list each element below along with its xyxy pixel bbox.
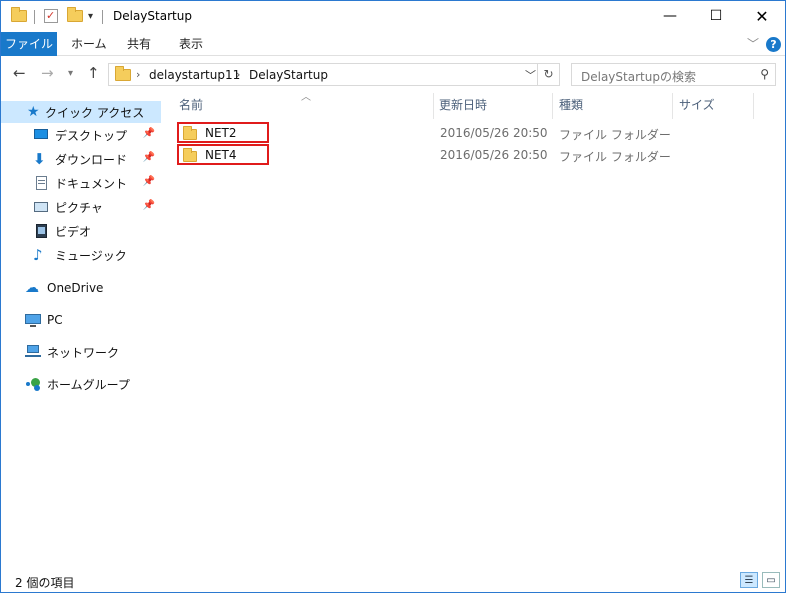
file-row[interactable]: NET4 2016/05/26 20:50 ファイル フォルダー (177, 144, 757, 165)
nav-item-videos[interactable]: ビデオ (1, 220, 161, 242)
navigation-pane: ★ クイック アクセス デスクトップ 📌 ⬇ ダウンロード 📌 ドキュメント 📌… (1, 91, 161, 569)
folder-icon (183, 125, 197, 140)
properties-icon[interactable]: ✓ (44, 9, 58, 23)
column-divider[interactable] (753, 93, 754, 119)
nav-item-homegroup[interactable]: ホームグループ (1, 373, 161, 395)
download-icon: ⬇ (33, 150, 46, 168)
file-date: 2016/05/26 20:50 (440, 148, 548, 162)
qat-separator-2 (102, 10, 103, 24)
address-bar[interactable]: › delaystartup11 › DelayStartup ﹀ (108, 63, 538, 86)
maximize-button[interactable]: ☐ (693, 1, 739, 31)
qat-separator (34, 10, 35, 24)
tab-share[interactable]: 共有 (117, 32, 161, 56)
nav-item-label: ミュージック (55, 248, 127, 263)
file-name-cell[interactable]: NET4 (177, 144, 269, 165)
nav-item-pictures[interactable]: ピクチャ 📌 (1, 196, 161, 218)
nav-quick-access[interactable]: ★ クイック アクセス (1, 101, 161, 123)
onedrive-icon: ☁ (25, 280, 39, 296)
refresh-icon[interactable]: ↻ (538, 63, 560, 86)
forward-arrow-icon[interactable]: → (41, 64, 54, 82)
music-icon: ♪ (33, 246, 43, 264)
star-icon: ★ (27, 104, 40, 120)
nav-item-label: デスクトップ (55, 128, 128, 143)
up-arrow-icon[interactable]: ↑ (87, 64, 100, 82)
nav-item-label: ドキュメント (55, 176, 128, 191)
nav-item-label: OneDrive (47, 281, 104, 295)
file-name: NET2 (205, 125, 237, 140)
column-divider[interactable] (433, 93, 434, 119)
breadcrumb-separator-icon[interactable]: › (136, 68, 140, 81)
navigation-bar: ← → ▾ ↑ › delaystartup11 › DelayStartup … (1, 57, 785, 91)
nav-item-label: ダウンロード (55, 152, 128, 167)
breadcrumb-delaystartup11[interactable]: delaystartup11 (149, 68, 240, 82)
window-folder-icon (11, 6, 27, 26)
column-header-name[interactable]: 名前 (179, 96, 203, 113)
nav-item-onedrive[interactable]: ☁ OneDrive (1, 277, 161, 299)
sort-ascending-icon: ︿ (301, 92, 311, 103)
nav-item-music[interactable]: ♪ ミュージック (1, 244, 161, 266)
nav-item-network[interactable]: ネットワーク (1, 341, 161, 363)
title-bar: ✓ ▾ DelayStartup — ☐ ✕ (1, 1, 785, 32)
pin-icon[interactable]: 📌 (143, 176, 155, 187)
ribbon-expand-chevron-icon[interactable]: ﹀ (747, 35, 759, 52)
file-type: ファイル フォルダー (559, 128, 671, 142)
file-date: 2016/05/26 20:50 (440, 126, 548, 140)
search-input[interactable]: DelayStartupの検索 ⚲ (571, 63, 776, 86)
explorer-window: ✓ ▾ DelayStartup — ☐ ✕ ファイル ホーム 共有 表示 ﹀ … (0, 0, 786, 593)
folder-icon (183, 147, 197, 162)
nav-item-label: PC (47, 313, 63, 327)
tab-file[interactable]: ファイル (1, 32, 57, 56)
new-folder-icon[interactable] (67, 6, 83, 26)
tab-home[interactable]: ホーム (61, 32, 117, 56)
minimize-button[interactable]: — (647, 1, 693, 31)
pc-icon (25, 312, 41, 328)
customize-qat-chevron-icon[interactable]: ▾ (88, 6, 93, 26)
pin-icon[interactable]: 📌 (143, 128, 155, 139)
nav-item-pc[interactable]: PC (1, 309, 161, 331)
search-placeholder: DelayStartupの検索 (581, 70, 696, 84)
breadcrumb-separator-icon-2[interactable]: › (236, 68, 240, 81)
help-icon[interactable]: ? (766, 37, 781, 52)
recent-locations-chevron-icon[interactable]: ▾ (68, 68, 73, 79)
address-folder-icon (115, 66, 131, 84)
breadcrumb-delaystartup[interactable]: DelayStartup (249, 68, 328, 82)
item-count: 2 個の項目 (15, 576, 75, 590)
file-row[interactable]: NET2 2016/05/26 20:50 ファイル フォルダー (177, 122, 757, 143)
pin-icon[interactable]: 📌 (143, 152, 155, 163)
file-list: ︿ 名前 更新日時 種類 サイズ NET2 2016/05/26 20:50 フ… (161, 91, 785, 569)
nav-item-documents[interactable]: ドキュメント 📌 (1, 172, 161, 194)
file-name-cell[interactable]: NET2 (177, 122, 269, 143)
details-view-icon[interactable]: ☰ (740, 572, 758, 588)
tab-view[interactable]: 表示 (169, 32, 213, 56)
pin-icon[interactable]: 📌 (143, 200, 155, 211)
pictures-icon (33, 199, 49, 215)
column-divider[interactable] (552, 93, 553, 119)
back-arrow-icon[interactable]: ← (13, 64, 26, 82)
column-header-date[interactable]: 更新日時 (439, 96, 487, 113)
ribbon-tabs: ファイル ホーム 共有 表示 ﹀ ? (1, 32, 785, 56)
nav-item-downloads[interactable]: ⬇ ダウンロード 📌 (1, 148, 161, 170)
homegroup-icon (25, 376, 41, 392)
nav-item-label: ビデオ (55, 224, 92, 239)
column-divider[interactable] (672, 93, 673, 119)
nav-item-desktop[interactable]: デスクトップ 📌 (1, 124, 161, 146)
video-icon (33, 223, 49, 239)
address-dropdown-chevron-icon[interactable]: ﹀ (525, 67, 536, 83)
nav-item-label: ピクチャ (55, 200, 103, 215)
large-icons-view-icon[interactable]: ▭ (762, 572, 780, 588)
status-bar: 2 個の項目 ☰ ▭ (1, 569, 785, 592)
document-icon (33, 175, 49, 191)
column-header-size[interactable]: サイズ (679, 96, 715, 113)
nav-item-label: ネットワーク (47, 345, 120, 360)
search-icon: ⚲ (760, 67, 769, 81)
file-type: ファイル フォルダー (559, 150, 671, 164)
window-title: DelayStartup (113, 9, 192, 23)
desktop-icon (33, 127, 49, 143)
close-button[interactable]: ✕ (739, 1, 785, 31)
file-name: NET4 (205, 147, 237, 162)
network-icon (25, 344, 41, 360)
nav-item-label: ホームグループ (47, 377, 130, 392)
column-header-type[interactable]: 種類 (559, 96, 583, 113)
nav-quick-access-label: クイック アクセス (45, 105, 145, 120)
